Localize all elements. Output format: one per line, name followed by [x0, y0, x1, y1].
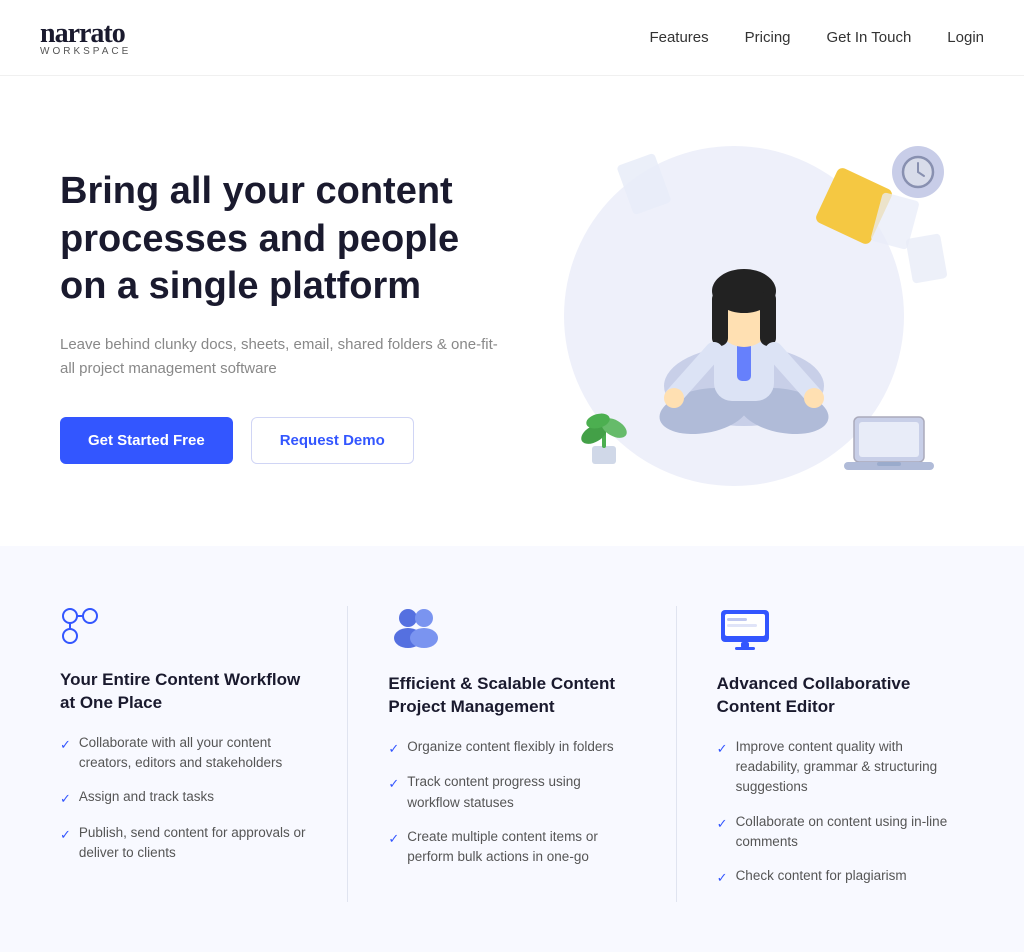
hero-left: Bring all your content processes and peo…: [60, 168, 500, 464]
list-item: ✓ Organize content flexibly in folders: [388, 737, 635, 759]
get-started-button[interactable]: Get Started Free: [60, 417, 233, 464]
list-item: ✓ Collaborate with all your content crea…: [60, 733, 307, 774]
nav-get-in-touch[interactable]: Get In Touch: [827, 29, 912, 46]
navbar: narrato WORKSPACE Features Pricing Get I…: [0, 0, 1024, 76]
check-icon: ✓: [388, 739, 399, 759]
hero-title: Bring all your content processes and peo…: [60, 168, 500, 311]
check-icon: ✓: [717, 868, 728, 888]
list-item-text: Publish, send content for approvals or d…: [79, 823, 307, 864]
nav-pricing[interactable]: Pricing: [745, 29, 791, 46]
feature-card-project: Efficient & Scalable Content Project Man…: [388, 606, 635, 902]
check-icon: ✓: [717, 739, 728, 759]
list-item-text: Assign and track tasks: [79, 787, 214, 807]
list-item: ✓ Track content progress using workflow …: [388, 772, 635, 813]
list-item: ✓ Check content for plagiarism: [717, 866, 964, 888]
list-item: ✓ Collaborate on content using in-line c…: [717, 812, 964, 853]
list-item-text: Create multiple content items or perform…: [407, 827, 635, 868]
hero-subtitle: Leave behind clunky docs, sheets, email,…: [60, 333, 500, 381]
list-item-text: Collaborate with all your content creato…: [79, 733, 307, 774]
clock-icon: [892, 146, 944, 198]
features-section: Your Entire Content Workflow at One Plac…: [0, 546, 1024, 952]
divider-1: [347, 606, 348, 902]
check-icon: ✓: [388, 774, 399, 794]
logo: narrato WORKSPACE: [40, 18, 131, 57]
editor-icon: [717, 606, 964, 655]
divider-2: [676, 606, 677, 902]
editor-list: ✓ Improve content quality with readabili…: [717, 737, 964, 888]
plant-icon: [574, 396, 634, 476]
project-title: Efficient & Scalable Content Project Man…: [388, 673, 635, 719]
request-demo-button[interactable]: Request Demo: [251, 417, 414, 464]
laptop-icon: [844, 409, 934, 486]
workflow-icon: [60, 606, 307, 651]
nav-features[interactable]: Features: [649, 29, 708, 46]
logo-text: narrato: [40, 18, 125, 49]
project-icon: [388, 606, 635, 655]
list-item: ✓ Publish, send content for approvals or…: [60, 823, 307, 864]
list-item-text: Check content for plagiarism: [736, 866, 907, 886]
feature-card-editor: Advanced Collaborative Content Editor ✓ …: [717, 606, 964, 902]
hero-buttons: Get Started Free Request Demo: [60, 417, 500, 464]
feature-card-workflow: Your Entire Content Workflow at One Plac…: [60, 606, 307, 902]
paper-3: [905, 233, 947, 283]
check-icon: ✓: [388, 829, 399, 849]
nav-links: Features Pricing Get In Touch Login: [649, 29, 984, 46]
list-item-text: Organize content flexibly in folders: [407, 737, 613, 757]
workflow-title: Your Entire Content Workflow at One Plac…: [60, 669, 307, 715]
nav-login[interactable]: Login: [947, 29, 984, 46]
project-list: ✓ Organize content flexibly in folders ✓…: [388, 737, 635, 868]
list-item-text: Track content progress using workflow st…: [407, 772, 635, 813]
editor-title: Advanced Collaborative Content Editor: [717, 673, 964, 719]
check-icon: ✓: [60, 825, 71, 845]
workflow-list: ✓ Collaborate with all your content crea…: [60, 733, 307, 864]
hero-illustration: [504, 136, 964, 496]
hero-section: Bring all your content processes and peo…: [0, 76, 1024, 546]
logo-sub: WORKSPACE: [40, 46, 131, 57]
list-item-text: Collaborate on content using in-line com…: [736, 812, 964, 853]
list-item: ✓ Create multiple content items or perfo…: [388, 827, 635, 868]
check-icon: ✓: [717, 814, 728, 834]
check-icon: ✓: [60, 735, 71, 755]
list-item: ✓ Improve content quality with readabili…: [717, 737, 964, 798]
list-item-text: Improve content quality with readability…: [736, 737, 964, 798]
